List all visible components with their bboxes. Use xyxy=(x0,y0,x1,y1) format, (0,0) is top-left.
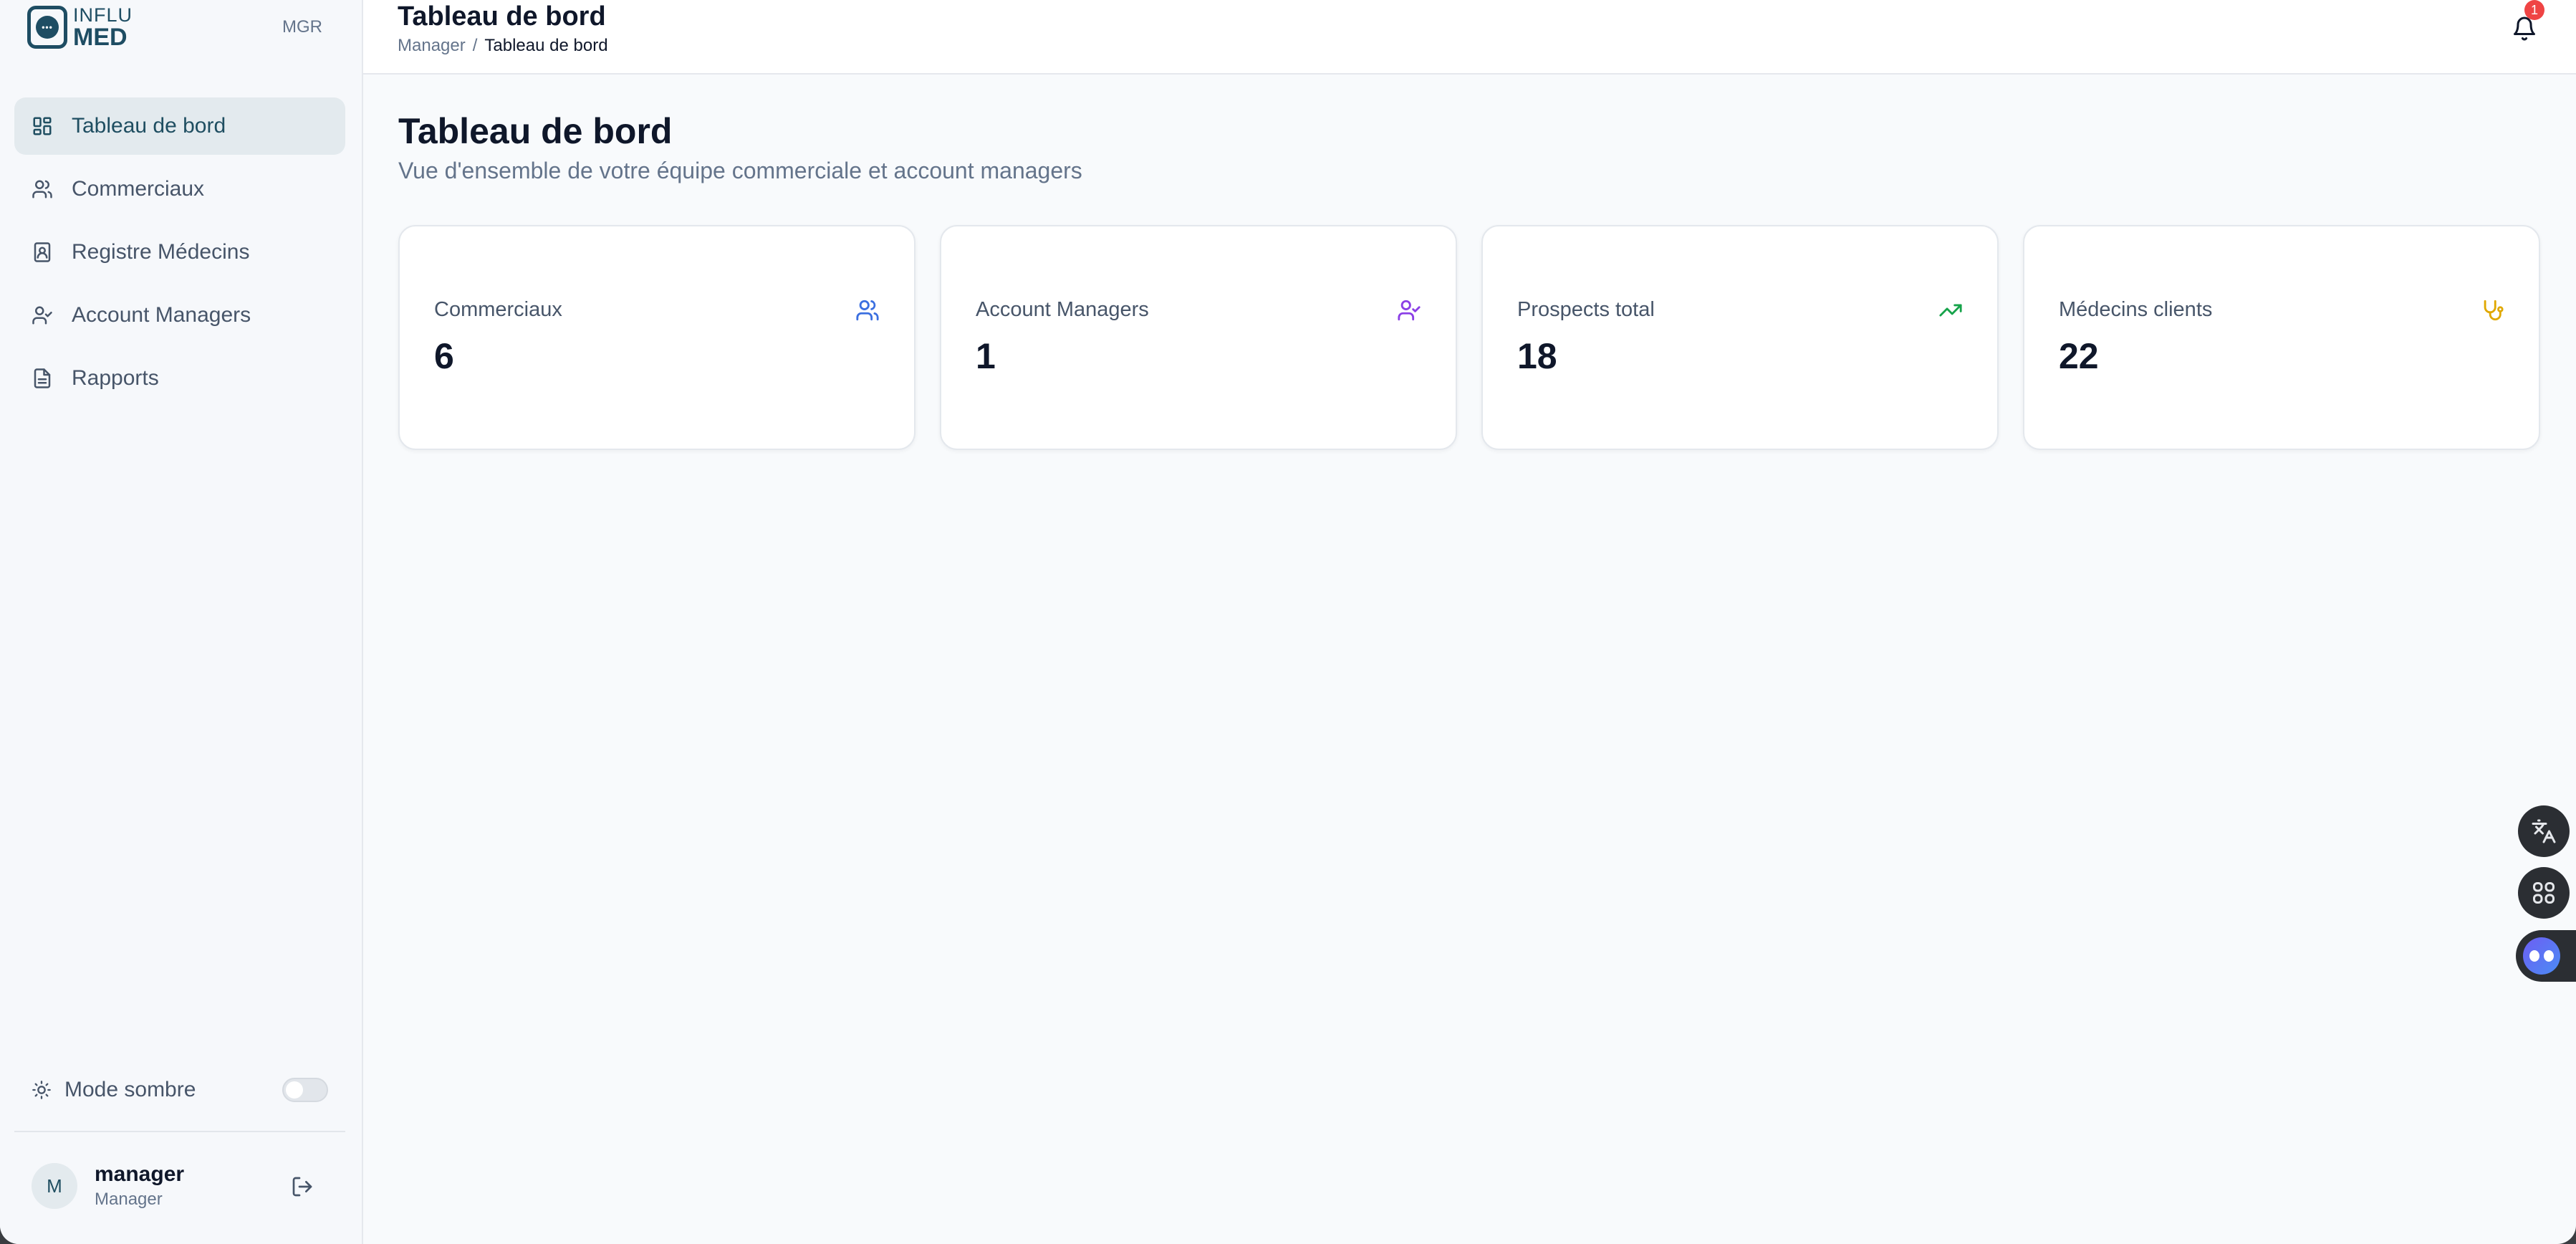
sidebar-item-label: Registre Médecins xyxy=(72,240,250,264)
contact-book-icon xyxy=(34,242,51,262)
bot-icon xyxy=(2523,937,2560,975)
page-title: Tableau de bord xyxy=(398,111,673,151)
stat-label: Commerciaux xyxy=(434,298,562,321)
dark-mode-label: Mode sombre xyxy=(64,1078,196,1101)
stat-value: 18 xyxy=(1517,336,1557,376)
stat-label: Prospects total xyxy=(1517,298,1655,321)
users-icon xyxy=(856,300,879,321)
sidebar-divider xyxy=(14,1131,345,1132)
dark-mode-row: Mode sombre xyxy=(32,1072,332,1108)
user-check-icon xyxy=(1398,300,1421,321)
sun-icon xyxy=(32,1081,51,1099)
user-check-icon xyxy=(32,306,52,325)
breadcrumb-current: Tableau de bord xyxy=(484,36,608,55)
sidebar-item-label: Rapports xyxy=(72,366,159,390)
stat-card-commerciaux: Commerciaux 6 xyxy=(398,225,915,450)
user-profile: M manager Manager xyxy=(32,1161,332,1211)
page-subtitle: Vue d'ensemble de votre équipe commercia… xyxy=(398,158,1082,183)
translate-button[interactable] xyxy=(2518,805,2570,857)
sidebar-item-label: Account Managers xyxy=(72,303,251,327)
stat-label: Médecins clients xyxy=(2059,298,2213,321)
stat-value: 6 xyxy=(434,336,454,376)
top-header: Tableau de bord Manager / Tableau de bor… xyxy=(363,0,2576,75)
stat-card-prospects-total: Prospects total 18 xyxy=(1481,225,1999,450)
file-text-icon xyxy=(34,368,51,388)
assistant-chat-button[interactable] xyxy=(2516,930,2576,982)
stat-card-medecins-clients: Médecins clients 22 xyxy=(2023,225,2540,450)
breadcrumb-separator: / xyxy=(472,36,478,55)
breadcrumb-root[interactable]: Manager xyxy=(398,36,466,56)
stethoscope-icon xyxy=(2484,300,2504,321)
user-role: Manager xyxy=(95,1190,163,1209)
toggle-knob xyxy=(286,1081,303,1099)
header-title: Tableau de bord xyxy=(398,1,606,32)
app-logo[interactable]: ••• INFLU MED xyxy=(27,4,133,50)
logo-chat-icon: ••• xyxy=(36,16,59,39)
dashboard-icon xyxy=(33,117,52,135)
notification-badge: 1 xyxy=(2524,0,2544,20)
main-content: Tableau de bord Vue d'ensemble de votre … xyxy=(363,75,2576,1244)
sidebar-item-commerciaux[interactable]: Commerciaux xyxy=(14,161,345,218)
apps-button[interactable] xyxy=(2518,867,2570,919)
sidebar-item-tableau-de-bord[interactable]: Tableau de bord xyxy=(14,97,345,155)
user-info: manager Manager xyxy=(95,1162,184,1210)
dark-mode-toggle[interactable] xyxy=(282,1078,328,1102)
logout-icon[interactable] xyxy=(291,1175,314,1198)
sidebar-item-registre-medecins[interactable]: Registre Médecins xyxy=(14,224,345,281)
avatar[interactable]: M xyxy=(32,1163,77,1209)
trending-up-icon xyxy=(1939,304,1962,317)
logo-text: INFLU MED xyxy=(73,4,133,51)
users-icon xyxy=(32,180,52,198)
stat-value: 1 xyxy=(976,336,996,376)
sidebar-item-label: Tableau de bord xyxy=(72,114,226,138)
logo-mark: ••• xyxy=(27,6,67,49)
sidebar-item-rapports[interactable]: Rapports xyxy=(14,350,345,407)
apps-icon xyxy=(2533,882,2555,904)
sidebar-nav: Tableau de bord Commerciaux Registre Méd… xyxy=(14,97,345,413)
logo-line-2: MED xyxy=(73,23,128,51)
stat-cards: Commerciaux 6 Account Managers 1 Prospec… xyxy=(398,225,2540,450)
user-name: manager xyxy=(95,1162,185,1186)
stat-label: Account Managers xyxy=(976,298,1149,321)
sidebar-item-account-managers[interactable]: Account Managers xyxy=(14,287,345,344)
sidebar-item-label: Commerciaux xyxy=(72,177,205,201)
role-tag: MGR xyxy=(282,17,322,37)
stat-card-account-managers: Account Managers 1 xyxy=(940,225,1457,450)
breadcrumb: Manager / Tableau de bord xyxy=(398,36,608,56)
app-window: ••• INFLU MED MGR Tableau de bord Commer… xyxy=(0,0,2576,1244)
logo-line-1: INFLU xyxy=(73,4,133,26)
translate-icon xyxy=(2532,819,2556,843)
sidebar: ••• INFLU MED MGR Tableau de bord Commer… xyxy=(0,0,363,1244)
stat-value: 22 xyxy=(2059,336,2099,376)
